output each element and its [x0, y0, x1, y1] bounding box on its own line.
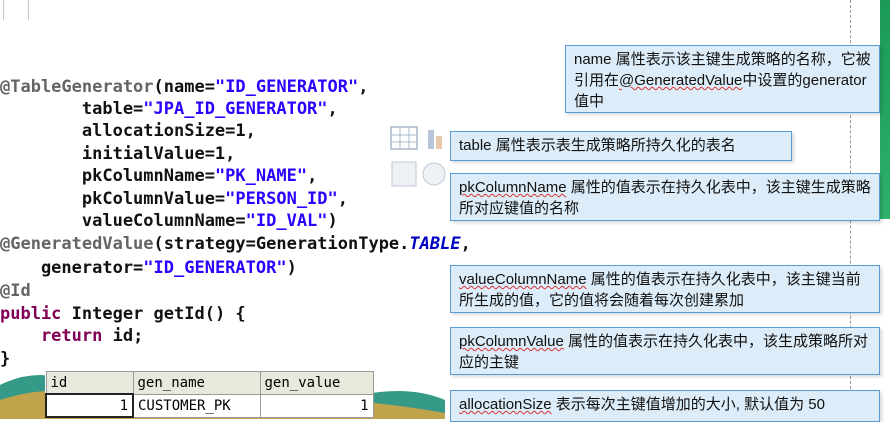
code-line-6: pkColumnValue="PERSON_ID", — [0, 188, 348, 210]
callout-highlight: @GeneratedValue — [619, 72, 743, 89]
callout-highlight: allocationSize — [459, 396, 552, 413]
code-line-1: @TableGenerator(name="ID_GENERATOR", — [0, 76, 369, 98]
callout-highlight: valueColumnName — [459, 271, 587, 288]
callout-valuecolumnname: valueColumnName 属性的值表示在持久化表中，该主键当前所生成的值，… — [450, 265, 880, 313]
decorative-green-strip — [880, 0, 890, 219]
string-token: "ID_GENERATOR" — [143, 258, 287, 278]
column-header-id[interactable]: id — [45, 371, 134, 395]
code-text: id; — [102, 326, 144, 346]
table-row: 1 CUSTOMER_PK 1 — [45, 393, 374, 418]
callout-allocationsize: allocationSize 表示每次主键值增加的大小, 默认值为 50 — [450, 390, 880, 422]
code-line-8: @GeneratedValue(strategy=GenerationType.… — [0, 233, 471, 255]
code-line-5: pkColumnName="PK_NAME", — [0, 165, 317, 187]
code-text: , — [460, 234, 471, 254]
string-token: "ID_GENERATOR" — [214, 77, 359, 97]
code-line-7: valueColumnName="ID_VAL") — [0, 210, 338, 232]
code-text: ) — [327, 211, 338, 231]
callout-table: table 属性表示表生成策略所持久化的表名 — [450, 131, 792, 161]
callout-text: 表示每次主键值增加的大小, 默认值为 50 — [551, 396, 825, 413]
keyword-token: return — [0, 326, 103, 346]
keyword-token: public — [0, 304, 62, 324]
code-line-9: generator="ID_GENERATOR") — [0, 257, 297, 279]
callout-name: name 属性表示该主键生成策略的名称，它被引用在@GeneratedValue… — [565, 45, 880, 113]
column-header-gen-value[interactable]: gen_value — [259, 371, 374, 395]
code-line-3: allocationSize=1, — [0, 121, 256, 141]
code-text: valueColumnName= — [0, 211, 246, 231]
cell-gen-value[interactable]: 1 — [259, 393, 374, 418]
code-text: , — [307, 166, 318, 186]
annotation-token: @GeneratedValue — [0, 234, 154, 254]
string-token: "PK_NAME" — [214, 166, 308, 186]
enum-token: TABLE — [409, 234, 461, 254]
editor-guide-line — [28, 0, 29, 20]
code-text: (strategy=GenerationType. — [153, 234, 410, 254]
cell-id[interactable]: 1 — [45, 393, 134, 418]
code-text: , — [358, 77, 369, 97]
column-header-gen-name[interactable]: gen_name — [132, 371, 261, 395]
string-token: "ID_VAL" — [245, 211, 328, 231]
code-text: generator= — [0, 258, 144, 278]
callout-pkcolumnvalue: pkColumnValue 属性的值表示在持久化表中，该生成策略所对应的主键 — [450, 327, 880, 375]
code-line-4: initialValue=1, — [0, 144, 236, 164]
string-token: "JPA_ID_GENERATOR" — [143, 99, 328, 119]
code-text: , — [337, 189, 349, 209]
callout-highlight: pkColumnValue — [459, 333, 564, 350]
code-text: table= — [0, 99, 144, 119]
annotation-token: @TableGenerator — [0, 77, 154, 97]
code-text: Integer getId() { — [61, 304, 246, 324]
code-line-10: @Id — [0, 281, 31, 301]
string-token: "PERSON_ID" — [225, 189, 338, 209]
callout-highlight: pkColumnName — [459, 179, 567, 196]
code-text: ) — [286, 258, 297, 278]
code-text: pkColumnValue= — [0, 189, 226, 209]
cell-gen-name[interactable]: CUSTOMER_PK — [132, 393, 261, 418]
callout-pkcolumnname: pkColumnName 属性的值表示在持久化表中，该主键生成策略所对应键值的名… — [450, 173, 880, 221]
editor-guide-line — [3, 0, 4, 20]
code-text: pkColumnName= — [0, 166, 215, 186]
code-line-12: return id; — [0, 325, 143, 347]
code-text: , — [327, 99, 338, 119]
code-text: (name= — [153, 77, 215, 97]
code-line-2: table="JPA_ID_GENERATOR", — [0, 98, 338, 120]
content-placeholder-icons — [390, 126, 446, 187]
table-header-row: id gen_name gen_value — [45, 371, 374, 395]
db-result-table: id gen_name gen_value 1 CUSTOMER_PK 1 — [45, 371, 374, 418]
code-line-11: public Integer getId() { — [0, 303, 246, 325]
